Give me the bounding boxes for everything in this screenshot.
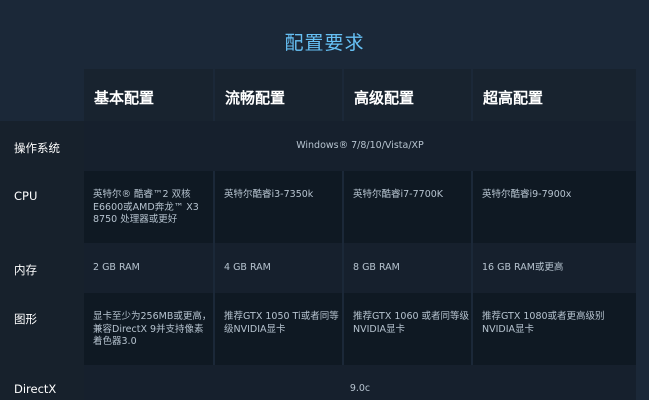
column-header-basic: 基本配置	[84, 69, 213, 121]
table-row-os: 操作系统 Windows® 7/8/10/Vista/XP	[0, 121, 636, 171]
row-label-graphics: 图形	[0, 293, 84, 365]
column-header-advanced: 高级配置	[344, 69, 471, 121]
row-label-os: 操作系统	[0, 121, 84, 171]
memory-ultra: 16 GB RAM或更高	[473, 243, 636, 293]
os-value: Windows® 7/8/10/Vista/XP	[84, 121, 636, 171]
column-header-smooth: 流畅配置	[215, 69, 342, 121]
row-label-directx: DirectX	[0, 365, 84, 400]
table-row-memory: 内存 2 GB RAM 4 GB RAM 8 GB RAM 16 GB RAM或…	[0, 243, 636, 293]
table-row-cpu: CPU 英特尔® 酷睿™2 双核 E6600或AMD奔龙™ X3 8750 处理…	[0, 171, 636, 243]
page-title: 配置要求	[284, 32, 365, 54]
memory-advanced: 8 GB RAM	[344, 243, 471, 293]
table-row-graphics: 图形 显卡至少为256MB或更高，兼容DirectX 9并支持像素着色器3.0 …	[0, 293, 636, 365]
cpu-smooth: 英特尔酷睿i3-7350k	[215, 171, 342, 243]
header-corner	[0, 69, 84, 121]
cpu-ultra: 英特尔酷睿i9-7900x	[473, 171, 636, 243]
cpu-advanced: 英特尔酷睿i7-7700K	[344, 171, 471, 243]
system-requirements-page: 配置要求 基本配置 流畅配置 高级配置 超高配置 操作系统 Windows® 7…	[0, 0, 649, 400]
table-row-directx: DirectX 9.0c	[0, 365, 636, 400]
memory-basic: 2 GB RAM	[84, 243, 213, 293]
row-label-memory: 内存	[0, 243, 84, 293]
scrollbar-track[interactable]	[636, 69, 649, 400]
directx-value: 9.0c	[84, 365, 636, 400]
column-header-ultra: 超高配置	[473, 69, 636, 121]
memory-smooth: 4 GB RAM	[215, 243, 342, 293]
graphics-advanced: 推荐GTX 1060 或者同等级NVIDIA显卡	[344, 293, 471, 365]
table-header-row: 基本配置 流畅配置 高级配置 超高配置	[0, 69, 636, 121]
cpu-basic: 英特尔® 酷睿™2 双核 E6600或AMD奔龙™ X3 8750 处理器或更好	[84, 171, 213, 243]
graphics-basic: 显卡至少为256MB或更高，兼容DirectX 9并支持像素着色器3.0	[84, 293, 213, 365]
graphics-ultra: 推荐GTX 1080或者更高级别NVIDIA显卡	[473, 293, 636, 365]
graphics-smooth: 推荐GTX 1050 Ti或者同等级NVIDIA显卡	[215, 293, 342, 365]
row-label-cpu: CPU	[0, 171, 84, 243]
